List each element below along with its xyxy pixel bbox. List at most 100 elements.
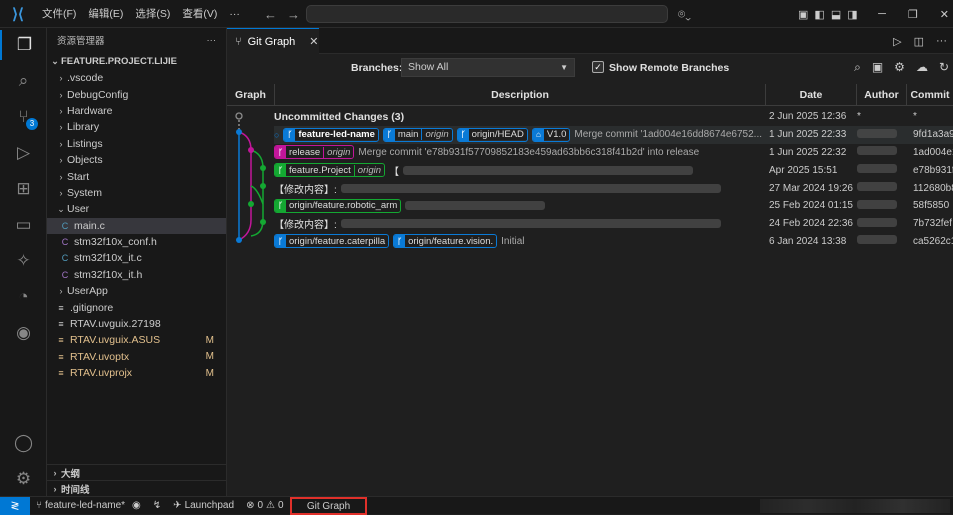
explorer-icon[interactable]: ❐ (0, 30, 47, 60)
find-icon[interactable]: ⌕ (854, 60, 861, 75)
git-lens-icon[interactable]: ◉ (0, 318, 47, 348)
fetch-icon[interactable]: ☁ (916, 60, 928, 75)
show-remote-checkbox[interactable]: ✓ (592, 61, 604, 73)
toggle-secondary-sidebar-icon[interactable]: ◨ (847, 8, 857, 21)
chevron-right-icon: › (59, 105, 63, 116)
run-debug-icon[interactable]: ▷ (0, 138, 47, 168)
toggle-sidebar-icon[interactable]: ◧ (814, 8, 824, 21)
tree-item-uvguix-asus[interactable]: ≡ RTAV.uvguix.ASUS M (47, 332, 226, 348)
c-header-icon: C (61, 237, 69, 248)
commit-row[interactable]: ᚴ origin/feature.caterpilla ᚴ origin/featu… (274, 233, 953, 251)
timeline-icon[interactable]: ◔ (0, 282, 47, 312)
tree-item-library[interactable]: › Library (47, 119, 226, 135)
tree-item-uvguix-27198[interactable]: ≡ RTAV.uvguix.27198 (47, 316, 226, 332)
tree-item-label: main.c (74, 219, 105, 232)
tree-item-conf-h[interactable]: Cstm32f10x_conf.h (47, 234, 226, 250)
tree-item-listings[interactable]: › Listings (47, 136, 226, 152)
remote-explorer-icon[interactable]: ▭ (0, 210, 47, 240)
menu-edit[interactable]: 编辑(E) (82, 0, 129, 28)
commit-row[interactable]: ᚴ release origin Merge commit 'e78b931f577… (274, 144, 953, 162)
problems-status[interactable]: ⊗ 0 ⚠ 0 (240, 500, 289, 511)
tree-item-vscode[interactable]: › .vscode (47, 70, 226, 86)
tab-close-icon[interactable]: ✕ (309, 35, 318, 48)
commit-row[interactable]: Uncommitted Changes (3) 2 Jun 2025 12:36… (274, 108, 953, 126)
tab-git-graph[interactable]: ⑂ Git Graph ✕ (227, 28, 319, 54)
commit-description: 【修改内容】: (274, 216, 762, 231)
terminal-icon[interactable]: ▣ (872, 60, 883, 75)
tree-item-objects[interactable]: › Objects (47, 152, 226, 168)
tree-item-uvoptx[interactable]: ≡ RTAV.uvoptx M (47, 349, 226, 365)
col-description-header[interactable]: Description (274, 84, 765, 106)
tree-item-userapp[interactable]: › UserApp (47, 283, 226, 299)
git-graph-status-button[interactable]: Git Graph (290, 497, 367, 515)
extension-tool-icon[interactable]: ✧ (0, 246, 47, 276)
menu-view[interactable]: 查看(V) (176, 0, 223, 28)
branch-ref-vision[interactable]: ᚴ origin/feature.vision. (393, 234, 498, 249)
branch-ref-feature-project[interactable]: ᚴ feature.Project origin (274, 163, 386, 178)
tag-ref-v1[interactable]: ⌂ V1.0 (531, 127, 571, 142)
forward-arrow-icon[interactable]: → (287, 7, 300, 22)
sync-status[interactable]: ↯ (147, 500, 167, 511)
chevron-right-icon: › (59, 286, 63, 297)
branches-dropdown[interactable]: Show All ▼ (401, 58, 575, 77)
branch-ref-main[interactable]: ᚴ main origin (382, 127, 453, 142)
sidebar-more-icon[interactable]: ··· (207, 35, 217, 46)
tree-item-debugconfig[interactable]: › DebugConfig (47, 86, 226, 102)
launchpad-status[interactable]: ✈ Launchpad (167, 500, 240, 511)
branch-ref-robotic-arm[interactable]: ᚴ origin/feature.robotic_arm (274, 198, 402, 213)
run-icon[interactable]: ▷ (893, 35, 901, 48)
extensions-icon[interactable]: ⊞ (0, 174, 47, 204)
col-graph-header[interactable]: Graph (227, 84, 274, 106)
col-author-header[interactable]: Author (856, 84, 906, 106)
commit-author (857, 164, 907, 176)
tree-item-user[interactable]: ⌄ User (47, 201, 226, 217)
settings-icon[interactable]: ⚙ (894, 60, 905, 75)
tree-item-uvprojx[interactable]: ≡ RTAV.uvprojx M (47, 365, 226, 381)
tree-item-it-h[interactable]: Cstm32f10x_it.h (47, 267, 226, 283)
col-date-label: Date (799, 88, 823, 101)
menu-selection[interactable]: 选择(S) (129, 0, 176, 28)
search-icon[interactable]: ⌕ (0, 66, 47, 96)
command-center[interactable] (306, 5, 668, 23)
commit-row[interactable]: ᚴ origin/feature.robotic_arm 25 Feb 2024 … (274, 197, 953, 215)
copilot-icon[interactable]: ⌾⌄ (678, 0, 691, 28)
remote-indicator-icon[interactable]: ≷ (0, 496, 30, 515)
account-icon[interactable]: ◯ (0, 428, 47, 458)
branch-ref-origin-head[interactable]: ᚴ origin/HEAD (456, 127, 528, 142)
tree-item-gitignore[interactable]: ≡ .gitignore (47, 299, 226, 315)
menu-file[interactable]: 文件(F) (36, 0, 82, 28)
timeline-section[interactable]: › 时间线 (47, 480, 227, 496)
branch-ref-release[interactable]: ᚴ release origin (274, 145, 355, 160)
close-window-icon[interactable]: ✕ (940, 8, 949, 21)
back-arrow-icon[interactable]: ← (264, 7, 277, 22)
commit-row[interactable]: 【修改内容】: 27 Mar 2024 19:26 112680b8 (274, 179, 953, 197)
branch-status[interactable]: ⑂ feature-led-name* ◉ (30, 500, 147, 511)
chevron-right-icon: › (59, 73, 63, 84)
minimize-icon[interactable]: ─ (878, 8, 886, 20)
split-editor-icon[interactable]: ◫ (914, 35, 924, 48)
commit-row[interactable]: ○ ᚴ feature-led-name ᚴ main origin ᚴ origin/… (274, 125, 953, 144)
tree-item-start[interactable]: › Start (47, 168, 226, 184)
tree-item-label: Library (67, 121, 100, 134)
outline-section[interactable]: › 大纲 (47, 464, 227, 480)
menu-more[interactable]: ··· (223, 0, 246, 28)
settings-gear-icon[interactable]: ⚙ (0, 464, 47, 494)
restore-icon[interactable]: ❐ (908, 8, 918, 21)
tree-item-hardware[interactable]: › Hardware (47, 103, 226, 119)
branch-ref-feature-led-name[interactable]: ᚴ feature-led-name (283, 127, 379, 142)
col-commit-header[interactable]: Commit (906, 84, 953, 106)
commit-row[interactable]: 【修改内容】: 24 Feb 2024 22:36 7b732fef (274, 215, 953, 233)
col-date-header[interactable]: Date (765, 84, 856, 106)
workspace-root[interactable]: ⌄ FEATURE.PROJECT.LIJIE (47, 52, 226, 70)
tree-item-it-c[interactable]: Cstm32f10x_it.c (47, 250, 226, 266)
more-actions-icon[interactable]: ··· (936, 35, 947, 47)
branch-ref-caterpilla[interactable]: ᚴ origin/feature.caterpilla (274, 234, 390, 249)
commit-row[interactable]: ᚴ feature.Project origin 【 Apr 2025 15:51 … (274, 161, 953, 179)
tree-item-main-c[interactable]: Cmain.c (47, 217, 226, 234)
source-control-icon[interactable]: ⑂ 3 (0, 102, 47, 132)
tree-item-system[interactable]: › System (47, 185, 226, 201)
refresh-icon[interactable]: ↻ (939, 60, 949, 75)
branch-icon: ᚴ (394, 235, 406, 248)
toggle-panel-icon[interactable]: ⬓ (831, 8, 841, 21)
customize-layout-icon[interactable]: ▣ (798, 8, 808, 21)
